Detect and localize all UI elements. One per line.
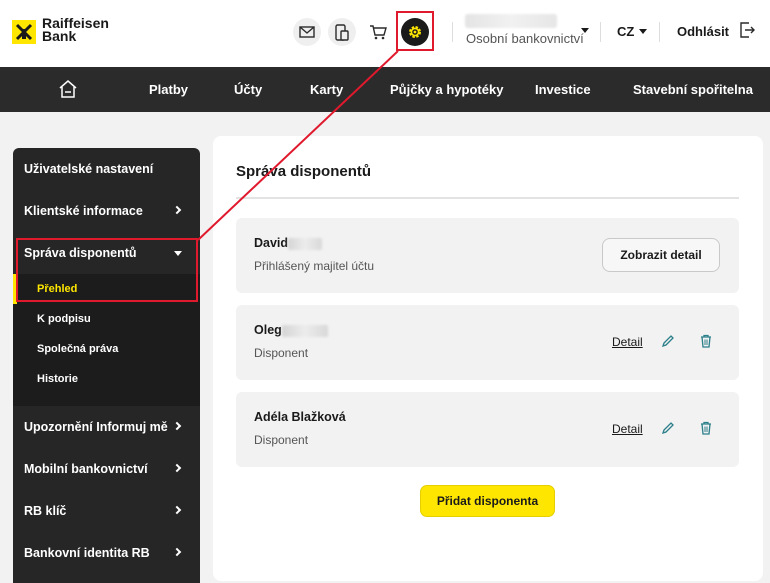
trash-icon[interactable] (699, 334, 713, 348)
mail-icon (299, 26, 315, 38)
header-divider (600, 22, 601, 42)
chevron-right-icon (172, 463, 182, 473)
cart-button[interactable] (364, 18, 392, 46)
sidebar-item-label: Bankovní identita RB (24, 546, 150, 560)
account-caret-icon[interactable] (581, 28, 589, 33)
sidebar-item-label: Mobilní bankovnictví (24, 462, 148, 476)
home-icon[interactable] (58, 79, 78, 99)
sidebar-item-label: Klientské informace (24, 204, 143, 218)
nav-ucty[interactable]: Účty (234, 82, 262, 97)
main-card: Správa disponentů David Přihlášený majit… (213, 136, 763, 581)
header-divider (659, 22, 660, 42)
chevron-right-icon (172, 547, 182, 557)
raiffeisen-logo-icon (12, 20, 36, 44)
logout-button[interactable]: Odhlásit (677, 24, 729, 39)
edit-pencil-icon[interactable] (661, 334, 675, 348)
sidebar-item-rb-klic[interactable]: RB klíč (13, 490, 200, 532)
sidebar-item-label: RB klíč (24, 504, 67, 518)
settings-highlight-box (396, 11, 434, 51)
sidebar-item-uzivatelske-nastaveni[interactable]: Uživatelské nastavení (13, 148, 200, 190)
owner-first-name: David (254, 236, 289, 250)
submenu-item-historie[interactable]: Historie (13, 364, 200, 394)
owner-name: David (254, 236, 323, 250)
nav-karty[interactable]: Karty (310, 82, 343, 97)
mail-button[interactable] (293, 18, 321, 46)
chevron-right-icon (172, 421, 182, 431)
raiffeisen-logo[interactable]: Raiffeisen Bank (12, 16, 109, 44)
disponent-first-name: Oleg (254, 323, 282, 337)
nav-investice[interactable]: Investice (535, 82, 591, 97)
sidebar-item-klientske-informace[interactable]: Klientské informace (13, 190, 200, 232)
submenu-item-k-podpisu[interactable]: K podpisu (13, 304, 200, 334)
title-divider (236, 197, 739, 199)
sidebar-item-label: Uživatelské nastavení (24, 162, 154, 176)
nav-stavebni-sporitelna[interactable]: Stavební spořitelna (633, 82, 753, 97)
owner-role: Přihlášený majitel účtu (254, 259, 375, 273)
sidebar-item-label: Upozornění Informuj mě (24, 420, 168, 434)
show-detail-button[interactable]: Zobrazit detail (602, 238, 720, 272)
trash-icon[interactable] (699, 421, 713, 435)
disponent-name: Oleg (254, 323, 328, 337)
logo-text: Raiffeisen Bank (42, 16, 109, 44)
disponent-name: Adéla Blažková (254, 410, 346, 424)
disponent-role: Disponent (254, 433, 309, 447)
sidebar-item-bankovni-identita[interactable]: Bankovní identita RB (13, 532, 200, 574)
main-navigation: Platby Účty Karty Půjčky a hypotéky Inve… (0, 67, 770, 112)
disponent-role: Disponent (254, 346, 309, 360)
nav-pujcky-a-hypoteky[interactable]: Půjčky a hypotéky (390, 82, 503, 97)
account-name-redacted (465, 14, 557, 28)
logout-icon[interactable] (738, 21, 756, 39)
nav-platby[interactable]: Platby (149, 82, 188, 97)
sidebar-item-mobilni-bankovnictvi[interactable]: Mobilní bankovnictví (13, 448, 200, 490)
chevron-right-icon (172, 505, 182, 515)
submenu-item-spolecna-prava[interactable]: Společná práva (13, 334, 200, 364)
redacted-surname (288, 237, 323, 250)
logo-line2: Bank (42, 28, 77, 44)
sidebar-item-upozorneni[interactable]: Upozornění Informuj mě (13, 406, 200, 448)
owner-row: David Přihlášený majitel účtu Zobrazit d… (236, 218, 739, 293)
disponent-row: Oleg Disponent Detail (236, 305, 739, 380)
header: Raiffeisen Bank Osobní bankovnictví CZ O… (0, 0, 770, 67)
page-title: Správa disponentů (236, 163, 372, 180)
header-divider (452, 22, 453, 42)
documents-button[interactable] (328, 18, 356, 46)
sidebar: Uživatelské nastavení Klientské informac… (13, 148, 200, 583)
redacted-surname (281, 324, 328, 337)
language-selector[interactable]: CZ (617, 24, 634, 39)
add-disponent-button[interactable]: Přidat disponenta (420, 485, 555, 517)
disponent-detail-link[interactable]: Detail (612, 422, 643, 436)
language-caret-icon[interactable] (639, 29, 647, 34)
account-selector-label[interactable]: Osobní bankovnictví (466, 31, 584, 46)
disponent-row: Adéla Blažková Disponent Detail (236, 392, 739, 467)
mobile-document-icon (335, 23, 349, 41)
disponent-detail-link[interactable]: Detail (612, 335, 643, 349)
edit-pencil-icon[interactable] (661, 421, 675, 435)
chevron-right-icon (172, 205, 182, 215)
cart-icon (370, 25, 387, 40)
sidebar-highlight-box (16, 238, 198, 302)
